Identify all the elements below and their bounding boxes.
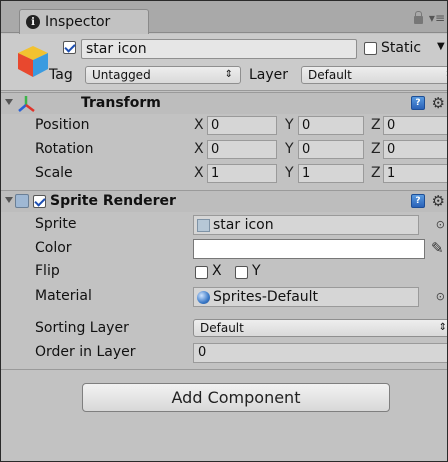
- flip-x-label: X: [212, 263, 222, 279]
- position-y-field[interactable]: 0: [298, 116, 364, 135]
- axis-y-label: Y: [285, 117, 294, 133]
- color-swatch[interactable]: [193, 239, 425, 259]
- scale-z-field[interactable]: 1: [383, 164, 447, 183]
- sorting-layer-label: Sorting Layer: [35, 320, 129, 336]
- object-picker-icon[interactable]: ⊙: [436, 218, 445, 231]
- rotation-x-field[interactable]: 0: [207, 140, 277, 159]
- updown-arrow-icon: ⇕: [224, 69, 233, 80]
- axis-z-label: Z: [371, 165, 381, 181]
- sprite-field-value: star icon: [213, 217, 274, 233]
- rotation-z-field[interactable]: 0: [383, 140, 447, 159]
- rotation-label: Rotation: [35, 141, 94, 157]
- position-z-field[interactable]: 0: [383, 116, 447, 135]
- menu-icon[interactable]: ▾≡: [429, 11, 445, 25]
- sprite-renderer-title: Sprite Renderer: [50, 193, 176, 209]
- tag-dropdown[interactable]: Untagged ⇕: [85, 66, 241, 84]
- active-checkbox[interactable]: [63, 41, 76, 54]
- gear-icon[interactable]: ⚙: [432, 94, 445, 112]
- flip-label: Flip: [35, 263, 60, 279]
- static-label: Static: [381, 40, 422, 56]
- order-in-layer-label: Order in Layer: [35, 344, 136, 360]
- sprite-field[interactable]: star icon: [193, 215, 419, 235]
- axis-x-label: X: [194, 165, 204, 181]
- tab-bar: i Inspector ▾≡: [1, 1, 447, 34]
- tab-tools: ▾≡: [413, 11, 445, 25]
- lock-icon[interactable]: [413, 11, 423, 24]
- gear-icon[interactable]: ⚙: [432, 192, 445, 210]
- order-in-layer-field[interactable]: 0: [193, 343, 447, 363]
- scale-label: Scale: [35, 165, 73, 181]
- transform-header[interactable]: Transform ? ⚙: [1, 92, 447, 114]
- static-dropdown-arrow-icon[interactable]: ▼: [437, 41, 445, 52]
- help-icon[interactable]: ?: [411, 96, 425, 110]
- material-label: Material: [35, 288, 92, 304]
- tab-inspector[interactable]: i Inspector: [19, 9, 149, 34]
- axis-z-label: Z: [371, 141, 381, 157]
- tab-label: Inspector: [45, 14, 111, 30]
- rotation-y-field[interactable]: 0: [298, 140, 364, 159]
- layer-dropdown-value: Default: [308, 68, 352, 82]
- axis-x-label: X: [194, 117, 204, 133]
- object-picker-icon[interactable]: ⊙: [436, 290, 445, 303]
- sprite-renderer-header[interactable]: Sprite Renderer ? ⚙: [1, 190, 447, 212]
- sprite-renderer-icon: [15, 194, 29, 208]
- transform-title: Transform: [81, 95, 161, 111]
- tag-dropdown-value: Untagged: [92, 68, 151, 82]
- gameobject-cube-icon: [18, 46, 48, 77]
- foldout-arrow-icon[interactable]: [5, 99, 13, 105]
- sorting-layer-value: Default: [200, 321, 244, 335]
- axis-x-label: X: [194, 141, 204, 157]
- updown-arrow-icon: ⇕: [438, 322, 447, 333]
- static-checkbox[interactable]: [364, 42, 377, 55]
- position-x-field[interactable]: 0: [207, 116, 277, 135]
- axis-y-label: Y: [285, 141, 294, 157]
- scale-y-field[interactable]: 1: [298, 164, 364, 183]
- axis-y-label: Y: [285, 165, 294, 181]
- tag-label: Tag: [49, 67, 73, 83]
- sorting-layer-dropdown[interactable]: Default ⇕: [193, 319, 447, 337]
- color-label: Color: [35, 240, 72, 256]
- flip-y-label: Y: [252, 263, 261, 279]
- layer-dropdown[interactable]: Default ⇕: [301, 66, 447, 84]
- axis-z-label: Z: [371, 117, 381, 133]
- sprite-thumbnail-icon: [197, 218, 210, 232]
- divider: [1, 369, 447, 370]
- inspector-window: i Inspector ▾≡ star icon Static ▼ Tag Un…: [0, 0, 448, 462]
- material-field[interactable]: Sprites-Default: [193, 287, 419, 307]
- name-field[interactable]: star icon: [81, 39, 357, 59]
- help-icon[interactable]: ?: [411, 194, 425, 208]
- flip-y-checkbox[interactable]: [235, 266, 248, 279]
- transform-axes-icon: [18, 96, 35, 112]
- eyedropper-icon[interactable]: ✎: [431, 239, 444, 257]
- updown-arrow-icon: ⇕: [445, 67, 447, 83]
- scale-x-field[interactable]: 1: [207, 164, 277, 183]
- layer-label: Layer: [249, 67, 289, 83]
- sprite-renderer-enabled-checkbox[interactable]: [33, 195, 46, 208]
- foldout-arrow-icon[interactable]: [5, 197, 13, 203]
- flip-x-checkbox[interactable]: [195, 266, 208, 279]
- info-icon: i: [26, 15, 40, 29]
- position-label: Position: [35, 117, 90, 133]
- material-field-value: Sprites-Default: [213, 289, 319, 305]
- add-component-button[interactable]: Add Component: [82, 383, 390, 412]
- material-sphere-icon: [197, 290, 210, 304]
- sprite-label: Sprite: [35, 216, 77, 232]
